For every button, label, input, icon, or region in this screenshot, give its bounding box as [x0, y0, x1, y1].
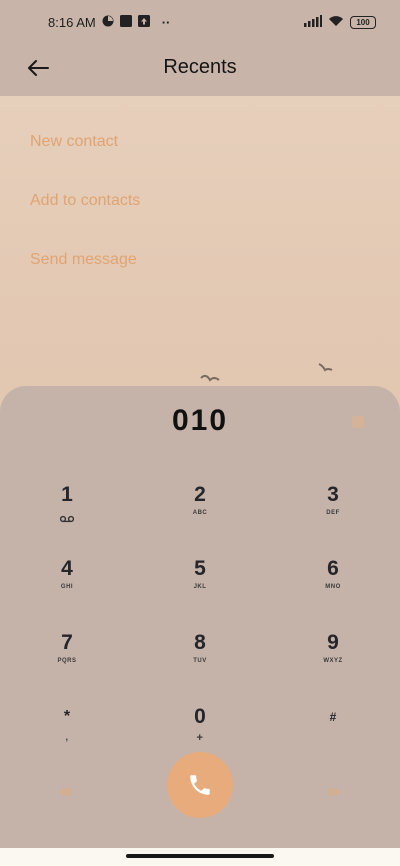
key-6[interactable]: 6 MNO	[266, 552, 400, 626]
clock-pie-icon	[102, 15, 114, 30]
app-bar: Recents	[0, 44, 400, 92]
send-message-action[interactable]: Send message	[30, 230, 330, 289]
key-digit: 9	[327, 631, 339, 654]
square-app-icon	[119, 14, 132, 30]
navigation-bar	[0, 848, 400, 866]
status-bar: 8:16 AM ·· 100	[0, 0, 400, 44]
key-letters: JKL	[193, 584, 207, 590]
add-to-contacts-action[interactable]: Add to contacts	[30, 171, 330, 230]
page-title: Recents	[163, 56, 237, 78]
key-digit: 7	[61, 631, 73, 654]
call-button[interactable]	[167, 752, 233, 818]
key-digit: 2	[194, 483, 206, 506]
battery-icon: 100	[350, 15, 376, 29]
backspace-icon[interactable]	[352, 416, 364, 428]
key-5[interactable]: 5 JKL	[134, 552, 266, 626]
phone-icon	[190, 775, 210, 795]
menu-icon[interactable]	[60, 788, 72, 796]
dialpad: 010 1 2 ABC 3 DEF 4 GHI 5 JKL 6 MNO 7 PQ…	[0, 386, 400, 848]
key-digit: 5	[194, 557, 206, 580]
status-time: 8:16 AM	[48, 14, 96, 30]
home-indicator[interactable]	[126, 854, 274, 858]
key-letters: GHI	[60, 584, 74, 590]
key-8[interactable]: 8 TUV	[134, 626, 266, 700]
signal-icon	[304, 14, 322, 30]
key-digit: 8	[194, 631, 206, 654]
key-letters: WXYZ	[323, 658, 343, 664]
voicemail-icon	[59, 510, 75, 528]
key-digit: 6	[327, 557, 339, 580]
new-contact-action[interactable]: New contact	[30, 112, 330, 171]
upload-app-icon	[137, 14, 150, 30]
key-letters: +	[196, 732, 204, 744]
keypad-grid: 1 2 ABC 3 DEF 4 GHI 5 JKL 6 MNO 7 PQRS 8…	[0, 478, 400, 774]
action-list: New contact Add to contacts Send message	[30, 112, 330, 289]
more-dots-icon: ··	[161, 14, 171, 30]
key-letters: ABC	[192, 510, 208, 516]
key-1[interactable]: 1	[0, 478, 134, 552]
dialed-number: 010	[171, 404, 229, 437]
key-digit: 0	[194, 705, 206, 728]
key-letters: ,	[65, 732, 69, 742]
wifi-icon	[328, 15, 344, 30]
key-digit: *	[63, 708, 71, 725]
key-letters: PQRS	[57, 658, 77, 664]
key-digit: 1	[61, 483, 73, 506]
key-digit: 4	[61, 557, 73, 580]
key-digit: #	[329, 710, 337, 724]
key-9[interactable]: 9 WXYZ	[266, 626, 400, 700]
keypad-toggle-icon[interactable]	[328, 788, 340, 796]
key-letters: MNO	[325, 584, 341, 590]
key-digit: 3	[327, 483, 339, 506]
key-3[interactable]: 3 DEF	[266, 478, 400, 552]
key-4[interactable]: 4 GHI	[0, 552, 134, 626]
dialpad-bottom-row	[0, 750, 400, 822]
key-2[interactable]: 2 ABC	[134, 478, 266, 552]
key-letters: TUV	[193, 658, 207, 664]
key-7[interactable]: 7 PQRS	[0, 626, 134, 700]
key-letters: DEF	[326, 510, 340, 516]
